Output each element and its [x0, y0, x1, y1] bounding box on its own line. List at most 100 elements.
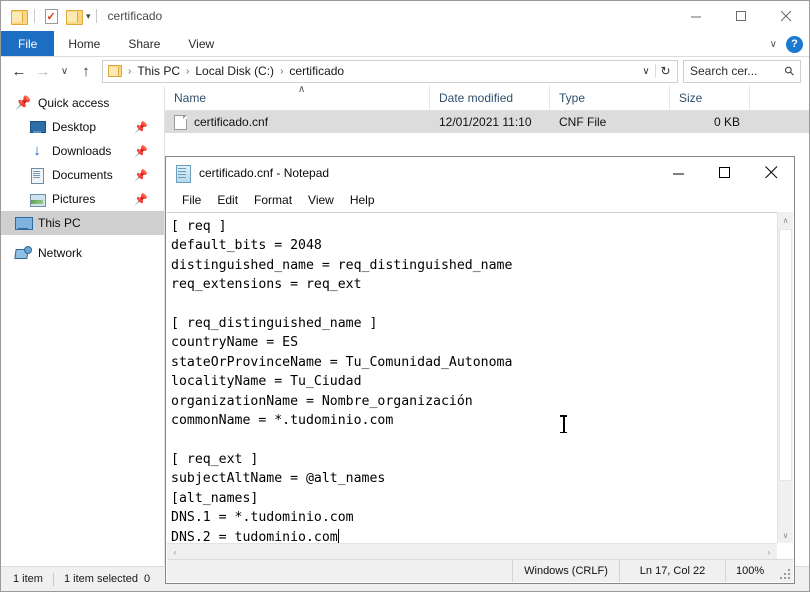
chevron-down-icon[interactable]: ▾ [86, 11, 91, 22]
folder-icon[interactable] [7, 5, 29, 27]
notepad-text-area[interactable]: [ req ] default_bits = 2048 distinguishe… [167, 212, 777, 543]
close-button[interactable] [764, 1, 809, 31]
file-name-cell: certificado.cnf [165, 114, 430, 130]
sidebar-item-label: Pictures [52, 192, 96, 206]
network-icon [15, 245, 32, 261]
pin-icon[interactable]: 📌 [134, 145, 148, 158]
sidebar-item-label: Quick access [38, 96, 110, 110]
sort-ascending-icon: ∧ [298, 84, 306, 95]
sidebar-item-downloads[interactable]: ↓ Downloads 📌 [1, 139, 164, 163]
breadcrumb-item-certificado[interactable]: certificado [287, 64, 346, 78]
text-caret [337, 528, 339, 543]
selection-label: 1 item selected [63, 573, 138, 585]
navigation-pane: 📌 Quick access Desktop 📌 ↓ Downloads 📌 D… [1, 86, 165, 565]
sidebar-item-network[interactable]: Network [1, 241, 164, 265]
scroll-down-icon[interactable]: ∨ [778, 527, 793, 543]
desktop-icon [29, 119, 46, 135]
column-header-row: Name Date modified Type Size ∧ [165, 84, 809, 111]
breadcrumb-item-local-disk[interactable]: Local Disk (C:) [193, 64, 276, 78]
sidebar-item-label: Documents [52, 168, 113, 182]
address-bar: ← → ∨ ↑ › This PC › Local Disk (C:) › ce… [1, 57, 809, 85]
pin-icon[interactable]: 📌 [134, 193, 148, 206]
notepad-icon [175, 164, 191, 183]
scroll-left-icon[interactable]: ‹ [167, 544, 183, 560]
scroll-right-icon[interactable]: › [761, 544, 777, 560]
screen: ✓ ▾ certificado File Home Share View ∨ ?… [0, 0, 810, 592]
cursor-position-label: Ln 17, Col 22 [619, 560, 725, 582]
maximize-button[interactable] [719, 1, 764, 31]
notepad-title-bar: certificado.cnf - Notepad [166, 157, 794, 188]
notepad-content: [ req ] default_bits = 2048 distinguishe… [171, 219, 513, 543]
breadcrumb-separator-2: › [280, 65, 284, 77]
recent-locations-icon[interactable]: ∨ [55, 59, 74, 83]
status-separator [52, 572, 54, 586]
breadcrumb-item-this-pc[interactable]: This PC [135, 64, 182, 78]
back-icon[interactable]: ← [7, 59, 31, 83]
this-pc-icon [15, 215, 33, 231]
notepad-window-controls [656, 157, 794, 188]
file-date-cell: 12/01/2021 11:10 [439, 115, 532, 129]
sidebar-item-label: Downloads [52, 144, 112, 158]
line-ending-label: Windows (CRLF) [512, 560, 619, 582]
table-row[interactable]: certificado.cnf 12/01/2021 11:10 CNF Fil… [165, 111, 809, 133]
expand-ribbon-icon[interactable]: ∨ [770, 39, 777, 50]
file-icon [174, 114, 187, 130]
pin-icon[interactable]: 📌 [134, 169, 148, 182]
column-header-type[interactable]: Type [550, 86, 670, 110]
breadcrumb-right-controls: ∨ ↻ [637, 64, 675, 78]
horizontal-scrollbar[interactable]: ‹ › [167, 543, 777, 559]
notepad-window-title: certificado.cnf - Notepad [199, 165, 330, 180]
search-input[interactable]: Search cer... ⚲ [683, 59, 801, 83]
properties-icon[interactable]: ✓ [40, 5, 62, 27]
menu-file[interactable]: File [174, 193, 209, 207]
forward-icon[interactable]: → [31, 59, 55, 83]
sidebar-item-pictures[interactable]: Pictures 📌 [1, 187, 164, 211]
selection-size-label: 0 [143, 573, 151, 585]
sidebar-item-this-pc[interactable]: This PC [1, 211, 164, 235]
file-type-cell: CNF File [559, 115, 607, 129]
close-button[interactable] [748, 157, 794, 188]
maximize-button[interactable] [702, 157, 748, 188]
vertical-scrollbar[interactable]: ∧ ∨ [777, 212, 793, 543]
column-header-size[interactable]: Size [670, 86, 750, 110]
breadcrumb-separator-1: › [186, 65, 190, 77]
menu-view[interactable]: View [300, 193, 342, 207]
minimize-button[interactable] [674, 1, 719, 31]
scroll-up-icon[interactable]: ∧ [778, 212, 793, 228]
item-count-label: 1 item [13, 573, 43, 585]
notepad-status-bar: Windows (CRLF) Ln 17, Col 22 100% [167, 559, 793, 582]
resize-grip[interactable] [780, 569, 791, 580]
explorer-title-bar: ✓ ▾ certificado [1, 1, 809, 31]
breadcrumb[interactable]: › This PC › Local Disk (C:) › certificad… [102, 59, 678, 83]
menu-format[interactable]: Format [246, 193, 300, 207]
sidebar-item-desktop[interactable]: Desktop 📌 [1, 115, 164, 139]
column-header-date-modified[interactable]: Date modified [430, 86, 550, 110]
new-folder-icon[interactable] [62, 5, 84, 27]
menu-help[interactable]: Help [342, 193, 383, 207]
help-icon[interactable]: ? [786, 35, 803, 53]
file-name-label: certificado.cnf [194, 115, 269, 129]
tab-file[interactable]: File [1, 31, 55, 56]
ribbon-controls: ∨ ? [770, 31, 803, 57]
sidebar-item-label: Desktop [52, 120, 97, 134]
minimize-button[interactable] [656, 157, 702, 188]
refresh-icon[interactable]: ↻ [655, 64, 675, 78]
sidebar-item-quick-access[interactable]: 📌 Quick access [1, 91, 164, 115]
tab-home[interactable]: Home [54, 31, 114, 56]
address-dropdown-icon[interactable]: ∨ [637, 66, 655, 77]
quick-access-toolbar: ✓ ▾ [1, 1, 102, 31]
sidebar-item-documents[interactable]: Documents 📌 [1, 163, 164, 187]
up-icon[interactable]: ↑ [74, 59, 98, 83]
explorer-window-title: certificado [107, 9, 163, 23]
search-placeholder: Search cer... [690, 64, 758, 78]
tab-share[interactable]: Share [114, 31, 174, 56]
pin-icon[interactable]: 📌 [134, 121, 148, 134]
mouse-cursor-ibeam [559, 414, 568, 434]
star-pin-icon: 📌 [15, 95, 32, 110]
breadcrumb-folder-icon [108, 65, 122, 77]
file-size-cell: 0 KB [713, 115, 740, 129]
documents-icon [29, 167, 45, 184]
menu-edit[interactable]: Edit [209, 193, 246, 207]
tab-view[interactable]: View [174, 31, 228, 56]
scrollbar-thumb[interactable] [779, 229, 792, 481]
